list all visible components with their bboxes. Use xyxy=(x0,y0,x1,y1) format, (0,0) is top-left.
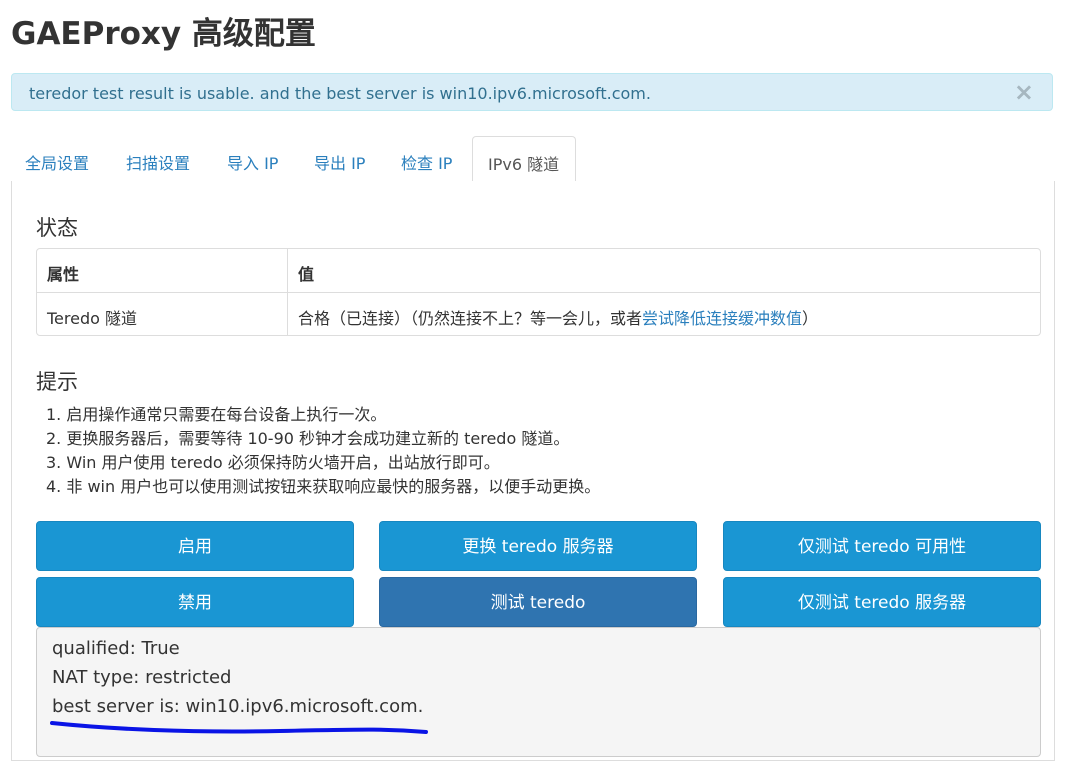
list-item: 4. 非 win 用户也可以使用测试按钮来获取响应最快的服务器，以便手动更换。 xyxy=(46,477,601,496)
column-header-value: 值 xyxy=(298,265,315,284)
tab-ipv6-tunnel[interactable]: IPv6 隧道 xyxy=(472,136,576,183)
alert-message: teredor test result is usable. and the b… xyxy=(29,84,651,103)
test-teredo-server-button[interactable]: 仅测试 teredo 服务器 xyxy=(723,577,1041,627)
status-value-suffix: ） xyxy=(802,309,819,328)
teredo-tunnel-value: 合格（已连接）（仍然连接不上？等一会儿，或者尝试降低连接缓冲数值） xyxy=(288,293,1040,335)
status-heading: 状态 xyxy=(36,216,78,240)
page-title: GAEProxy 高级配置 xyxy=(11,16,316,52)
list-item: 1. 启用操作通常只需要在每台设备上执行一次。 xyxy=(46,405,387,424)
tab-export-ip[interactable]: 导出 IP xyxy=(314,136,365,182)
tab-global-settings[interactable]: 全局设置 xyxy=(25,136,89,182)
tab-scan-settings[interactable]: 扫描设置 xyxy=(126,136,190,182)
output-line-qualified: qualified: True xyxy=(52,638,180,659)
tips-heading: 提示 xyxy=(36,370,78,394)
status-table: 属性 值 Teredo 隧道 合格（已连接）（仍然连接不上？等一会儿，或者尝试降… xyxy=(36,248,1041,336)
disable-button[interactable]: 禁用 xyxy=(36,577,354,627)
test-teredo-button[interactable]: 测试 teredo xyxy=(379,577,697,627)
info-alert: teredor test result is usable. and the b… xyxy=(11,73,1053,111)
enable-button[interactable]: 启用 xyxy=(36,521,354,571)
tab-import-ip[interactable]: 导入 IP xyxy=(227,136,278,182)
change-teredo-server-button[interactable]: 更换 teredo 服务器 xyxy=(379,521,697,571)
teredo-tunnel-label: Teredo 隧道 xyxy=(37,293,288,335)
tips-list: 1. 启用操作通常只需要在每台设备上执行一次。 2. 更换服务器后，需要等待 1… xyxy=(46,403,600,499)
list-item: 3. Win 用户使用 teredo 必须保持防火墙开启，出站放行即可。 xyxy=(46,453,500,472)
output-line-best-server: best server is: win10.ipv6.microsoft.com… xyxy=(52,696,424,717)
tab-bar: 全局设置 扫描设置 导入 IP 导出 IP 检查 IP IPv6 隧道 xyxy=(11,136,1055,183)
table-header-row: 属性 值 xyxy=(37,249,1040,293)
reduce-buffer-link[interactable]: 尝试降低连接缓冲数值 xyxy=(642,309,802,328)
close-icon[interactable]: × xyxy=(1014,80,1034,104)
status-value-text: 合格（已连接）（仍然连接不上？等一会儿，或者 xyxy=(298,309,643,328)
table-row: Teredo 隧道 合格（已连接）（仍然连接不上？等一会儿，或者尝试降低连接缓冲… xyxy=(37,293,1040,335)
test-output-box: qualified: True NAT type: restricted bes… xyxy=(36,627,1041,757)
output-line-nat-type: NAT type: restricted xyxy=(52,667,232,688)
list-item: 2. 更换服务器后，需要等待 10-90 秒钟才会成功建立新的 teredo 隧… xyxy=(46,429,570,448)
test-teredo-usability-button[interactable]: 仅测试 teredo 可用性 xyxy=(723,521,1041,571)
tab-check-ip[interactable]: 检查 IP xyxy=(401,136,452,182)
column-header-property: 属性 xyxy=(37,249,288,292)
